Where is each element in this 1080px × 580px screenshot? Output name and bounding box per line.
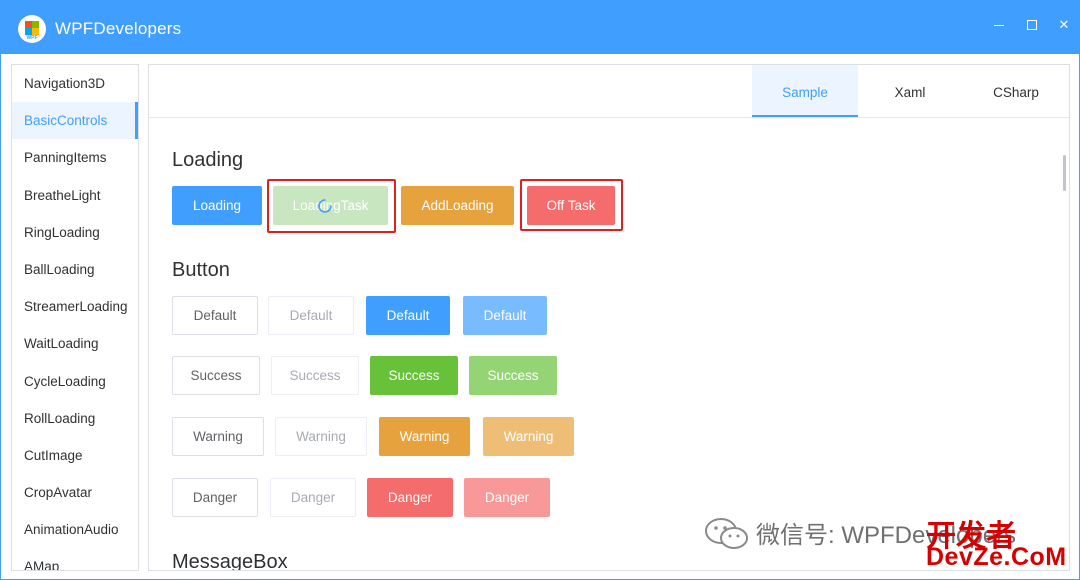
section-title-messagebox: MessageBox (172, 551, 288, 571)
primary-button[interactable]: Default (366, 296, 450, 335)
warning-plain-button-disabled[interactable]: Warning (275, 417, 367, 456)
warning-button-disabled[interactable]: Warning (483, 417, 574, 456)
primary-button-disabled[interactable]: Default (463, 296, 547, 335)
sidebar-item-amap[interactable]: AMap (12, 548, 138, 570)
sidebar-item-navigation3d[interactable]: Navigation3D (12, 65, 138, 102)
app-logo-text: WPF (26, 35, 38, 41)
default-button-disabled[interactable]: Default (268, 296, 354, 335)
add-loading-button[interactable]: AddLoading (401, 186, 514, 225)
title-bar[interactable]: WPF WPFDevelopers ✕ (1, 1, 1080, 54)
loading-button[interactable]: Loading (172, 186, 262, 225)
success-button-disabled[interactable]: Success (469, 356, 557, 395)
maximize-button[interactable] (1022, 15, 1042, 35)
sidebar-item-ballloading[interactable]: BallLoading (12, 251, 138, 288)
section-title-loading: Loading (172, 149, 244, 171)
maximize-icon (1027, 20, 1037, 30)
danger-button[interactable]: Danger (367, 478, 453, 517)
sidebar-item-ringloading[interactable]: RingLoading (12, 214, 138, 251)
tab-xaml[interactable]: Xaml (857, 65, 963, 117)
tab-bar: Sample Xaml CSharp (149, 65, 1069, 118)
warning-button[interactable]: Warning (379, 417, 470, 456)
close-icon: ✕ (1058, 17, 1070, 32)
sidebar-item-cropavatar[interactable]: CropAvatar (12, 474, 138, 511)
minimize-icon (994, 25, 1004, 26)
app-window: WPF WPFDevelopers ✕ Navigation3D BasicCo… (0, 0, 1080, 580)
watermark-site-en: DevZe.CoM (926, 543, 1067, 571)
default-button[interactable]: Default (172, 296, 258, 335)
sidebar-item-animationaudio[interactable]: AnimationAudio (12, 511, 138, 548)
sidebar-item-cutimage[interactable]: CutImage (12, 437, 138, 474)
tab-sample[interactable]: Sample (752, 65, 858, 117)
danger-button-disabled[interactable]: Danger (464, 478, 550, 517)
sidebar-item-basiccontrols[interactable]: BasicControls (12, 102, 138, 140)
danger-plain-button-disabled[interactable]: Danger (270, 478, 356, 517)
highlight-box-loading-task (267, 179, 396, 233)
app-logo-icon: WPF (18, 15, 46, 43)
sidebar-item-waitloading[interactable]: WaitLoading (12, 325, 138, 362)
danger-plain-button[interactable]: Danger (172, 478, 258, 517)
minimize-button[interactable] (989, 15, 1009, 35)
success-plain-button-disabled[interactable]: Success (271, 356, 359, 395)
sidebar-item-streamerloading[interactable]: StreamerLoading (12, 288, 138, 325)
vertical-scrollbar[interactable] (1063, 155, 1066, 191)
tab-csharp[interactable]: CSharp (963, 65, 1069, 117)
sidebar-item-cycleloading[interactable]: CycleLoading (12, 363, 138, 400)
warning-plain-button[interactable]: Warning (172, 417, 264, 456)
sidebar-item-rollloading[interactable]: RollLoading (12, 400, 138, 437)
section-title-button: Button (172, 259, 230, 281)
sidebar-item-panningitems[interactable]: PanningItems (12, 139, 138, 176)
sidebar-item-breathelight[interactable]: BreatheLight (12, 177, 138, 214)
main-content: Sample Xaml CSharp Loading Loading Loadi… (148, 64, 1070, 571)
success-button[interactable]: Success (370, 356, 458, 395)
wechat-icon (705, 518, 748, 549)
sidebar-nav: Navigation3D BasicControls PanningItems … (11, 64, 139, 571)
success-plain-button[interactable]: Success (172, 356, 260, 395)
window-title: WPFDevelopers (55, 19, 182, 38)
watermark: 微信号: WPFDevelopers 开发者 DevZe.CoM (704, 509, 1074, 579)
highlight-box-off-task (520, 179, 623, 231)
close-button[interactable]: ✕ (1054, 15, 1074, 35)
